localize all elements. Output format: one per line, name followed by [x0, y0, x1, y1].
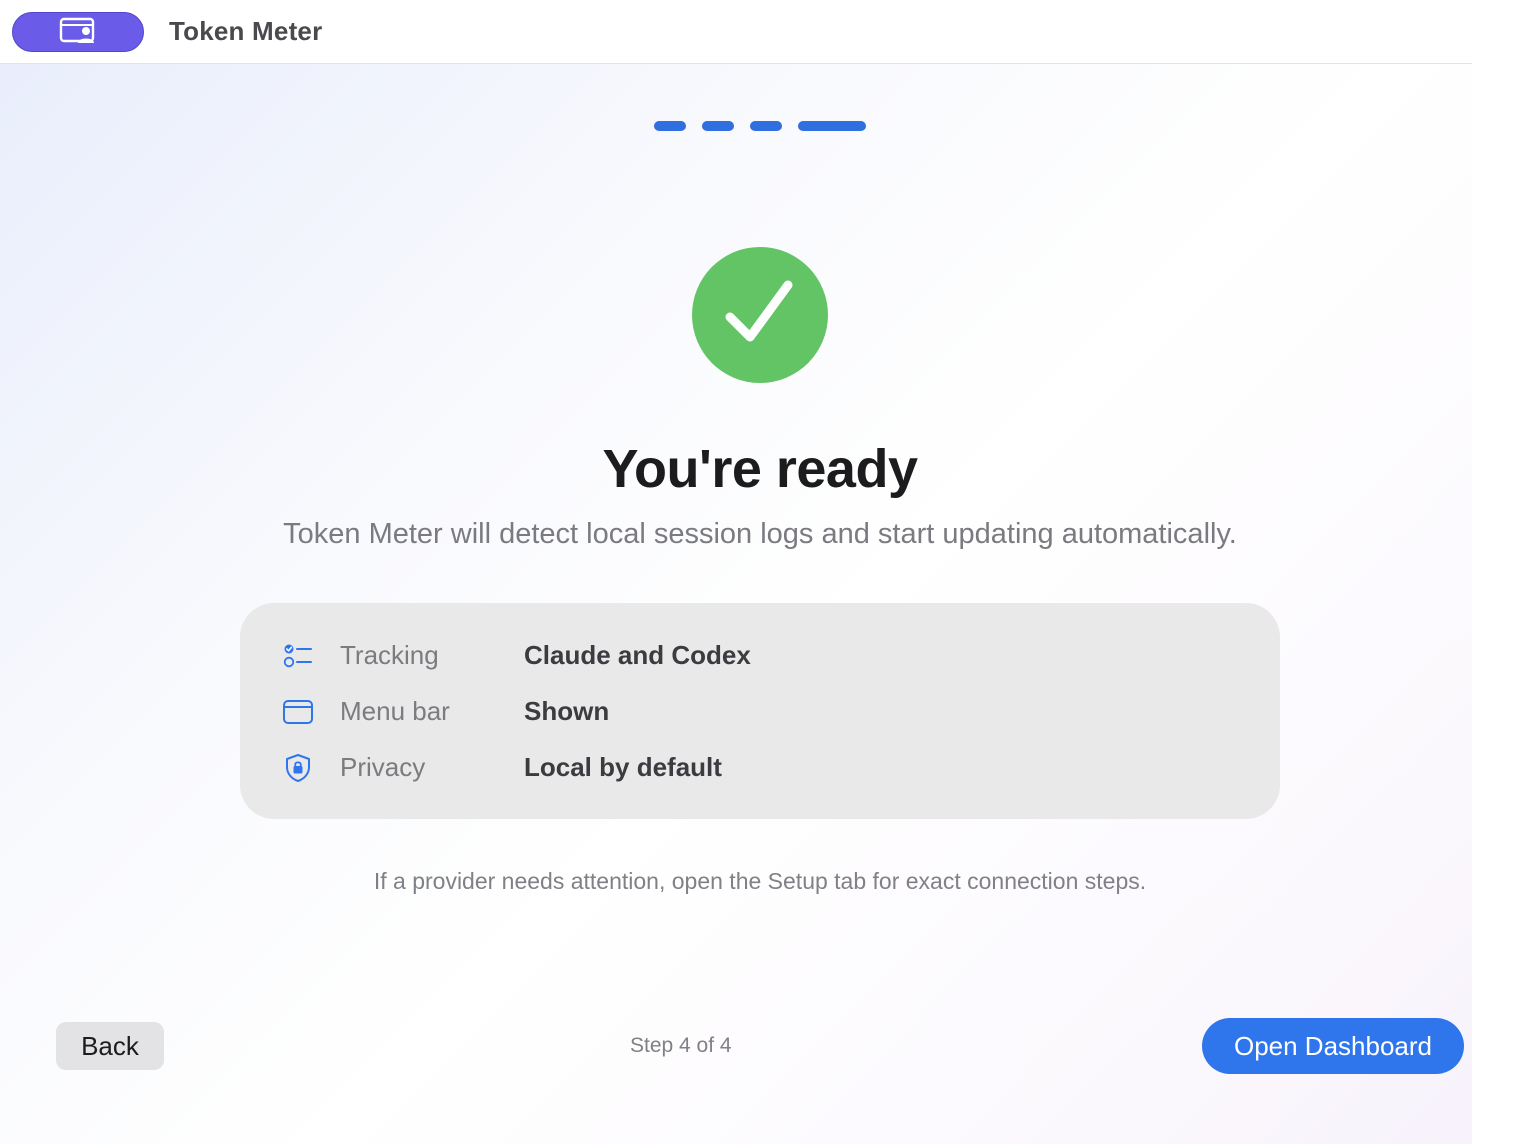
step-counter: Step 4 of 4 — [630, 1034, 732, 1057]
summary-label: Privacy — [340, 752, 426, 782]
app-switcher-button[interactable] — [12, 12, 144, 52]
step-indicator-2 — [702, 121, 734, 131]
step-indicator-4 — [798, 121, 866, 131]
checklist-icon — [282, 640, 314, 672]
title-bar: Token Meter — [0, 0, 1472, 64]
setup-summary-card: Tracking Claude and Codex Menu bar Shown — [240, 603, 1280, 819]
app-title: Token Meter — [169, 16, 323, 46]
step-progress-indicator — [654, 121, 866, 131]
summary-label: Menu bar — [340, 696, 450, 726]
step-indicator-1 — [654, 121, 686, 131]
app-window-person-icon — [58, 16, 98, 49]
back-button[interactable]: Back — [56, 1022, 164, 1070]
page-title: You're ready — [602, 439, 918, 499]
open-dashboard-button[interactable]: Open Dashboard — [1202, 1018, 1464, 1074]
onboarding-content: You're ready Token Meter will detect loc… — [0, 64, 1472, 1144]
app-window: Token Meter You're ready Token Meter wil… — [0, 0, 1472, 1144]
summary-value: Claude and Codex — [524, 640, 751, 670]
summary-row-menu-bar: Menu bar Shown — [240, 692, 1280, 732]
menu-bar-window-icon — [282, 696, 314, 728]
setup-hint-text: If a provider needs attention, open the … — [373, 868, 1147, 894]
summary-label: Tracking — [340, 640, 439, 670]
lock-shield-icon — [282, 752, 314, 784]
summary-value: Shown — [524, 696, 610, 726]
summary-value: Local by default — [524, 752, 722, 782]
checkmark-circle-icon — [692, 247, 828, 383]
step-indicator-3 — [750, 121, 782, 131]
page-subtitle: Token Meter will detect local session lo… — [283, 518, 1237, 550]
summary-row-tracking: Tracking Claude and Codex — [240, 636, 1280, 676]
summary-row-privacy: Privacy Local by default — [240, 748, 1280, 788]
